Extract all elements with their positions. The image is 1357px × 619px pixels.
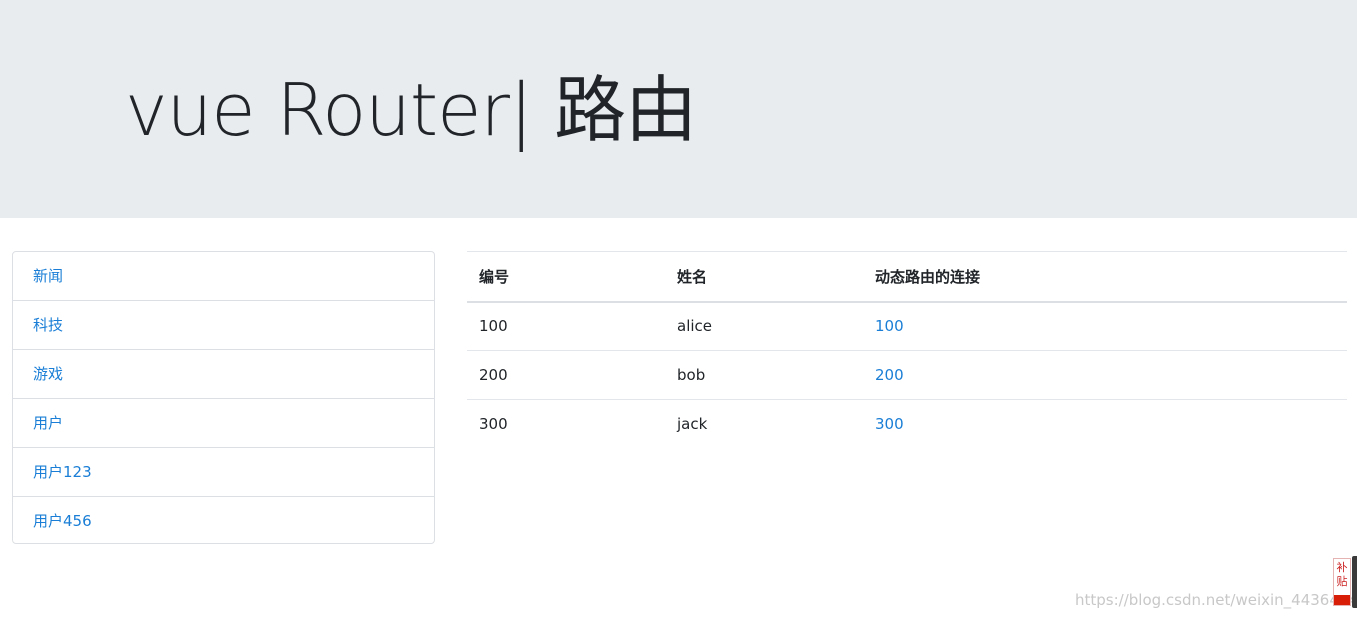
nav-item-tech[interactable]: 科技 [13,301,434,350]
table-row: 200 bob 200 [467,350,1347,400]
jumbotron-header: vue Router| 路由 [0,0,1357,218]
side-panel-handle[interactable] [1352,556,1357,608]
table-row: 100 alice 100 [467,301,1347,351]
watermark-url: https://blog.csdn.net/weixin_44364444 [1075,591,1357,609]
cell-link: 300 [863,400,1347,449]
nav-item-user-123[interactable]: 用户123 [13,448,434,497]
table-header-row: 编号 姓名 动态路由的连接 [467,251,1347,303]
cell-name: alice [665,301,863,351]
dynamic-route-link[interactable]: 100 [875,317,904,335]
cell-id: 300 [479,415,508,434]
cell-id: 200 [467,350,665,400]
badge-red-bar [1334,595,1350,605]
header-name: 姓名 [665,251,863,303]
page-title: vue Router| 路由 [125,68,697,152]
cell-name: jack [677,415,708,434]
header-dynamic-link: 动态路由的连接 [863,251,1347,303]
nav-item-user[interactable]: 用户 [13,399,434,448]
user-table: 编号 姓名 动态路由的连接 100 alice 100 200 bob 200 … [467,251,1347,449]
nav-item-news[interactable]: 新闻 [13,252,434,301]
nav-item-games[interactable]: 游戏 [13,350,434,399]
nav-list-group: 新闻 科技 游戏 用户 用户123 用户456 [12,251,435,544]
cell-link: 100 [863,301,1347,351]
table-row: 300 jack 300 [467,400,1347,449]
subsidy-badge[interactable]: 补贴 [1333,558,1351,606]
nav-item-user-456[interactable]: 用户456 [13,497,434,543]
cell-id: 100 [467,301,665,351]
header-id: 编号 [467,251,665,303]
data-table-container: 编号 姓名 动态路由的连接 100 alice 100 200 bob 200 … [467,251,1347,449]
dynamic-route-link[interactable]: 200 [875,366,904,384]
subsidy-badge-label: 补贴 [1336,561,1348,588]
cell-link: 200 [863,350,1347,400]
dynamic-route-link[interactable]: 300 [875,415,904,433]
cell-name: bob [665,350,863,400]
